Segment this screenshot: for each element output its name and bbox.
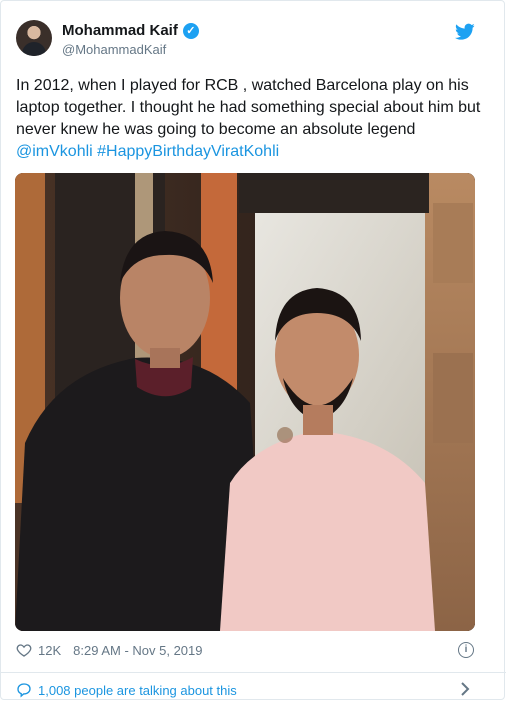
speech-bubble-icon: [17, 683, 31, 698]
divider: [1, 672, 506, 673]
author-display-name[interactable]: Mohammad Kaif: [62, 22, 178, 39]
conversation-link[interactable]: 1,008 people are talking about this: [16, 682, 237, 698]
tweet-timestamp[interactable]: 8:29 AM - Nov 5, 2019: [73, 643, 202, 658]
photo-scene: [15, 173, 475, 631]
author-name-row: Mohammad Kaif ✓: [62, 22, 199, 39]
verified-badge-icon: ✓: [182, 22, 199, 39]
tweet-body: In 2012, when I played for RCB , watched…: [16, 77, 481, 138]
tweet-card: Mohammad Kaif ✓ @MohammadKaif In 2012, w…: [0, 0, 506, 700]
conversation-text[interactable]: 1,008 people are talking about this: [38, 683, 237, 698]
tweet-meta: 12K 8:29 AM - Nov 5, 2019: [16, 642, 203, 658]
avatar[interactable]: [16, 20, 52, 56]
like-count[interactable]: 12K: [38, 643, 61, 658]
tweet-mentions-hashtags[interactable]: @imVkohli #HappyBirthdayViratKohli: [16, 143, 279, 160]
chevron-right-icon[interactable]: [459, 681, 471, 697]
info-icon[interactable]: i: [458, 642, 474, 658]
heart-icon[interactable]: [16, 642, 32, 658]
author-handle[interactable]: @MohammadKaif: [62, 42, 166, 57]
tweet-photo[interactable]: [15, 173, 475, 631]
tweet-text: In 2012, when I played for RCB , watched…: [16, 75, 486, 163]
twitter-bird-icon[interactable]: [455, 23, 475, 41]
